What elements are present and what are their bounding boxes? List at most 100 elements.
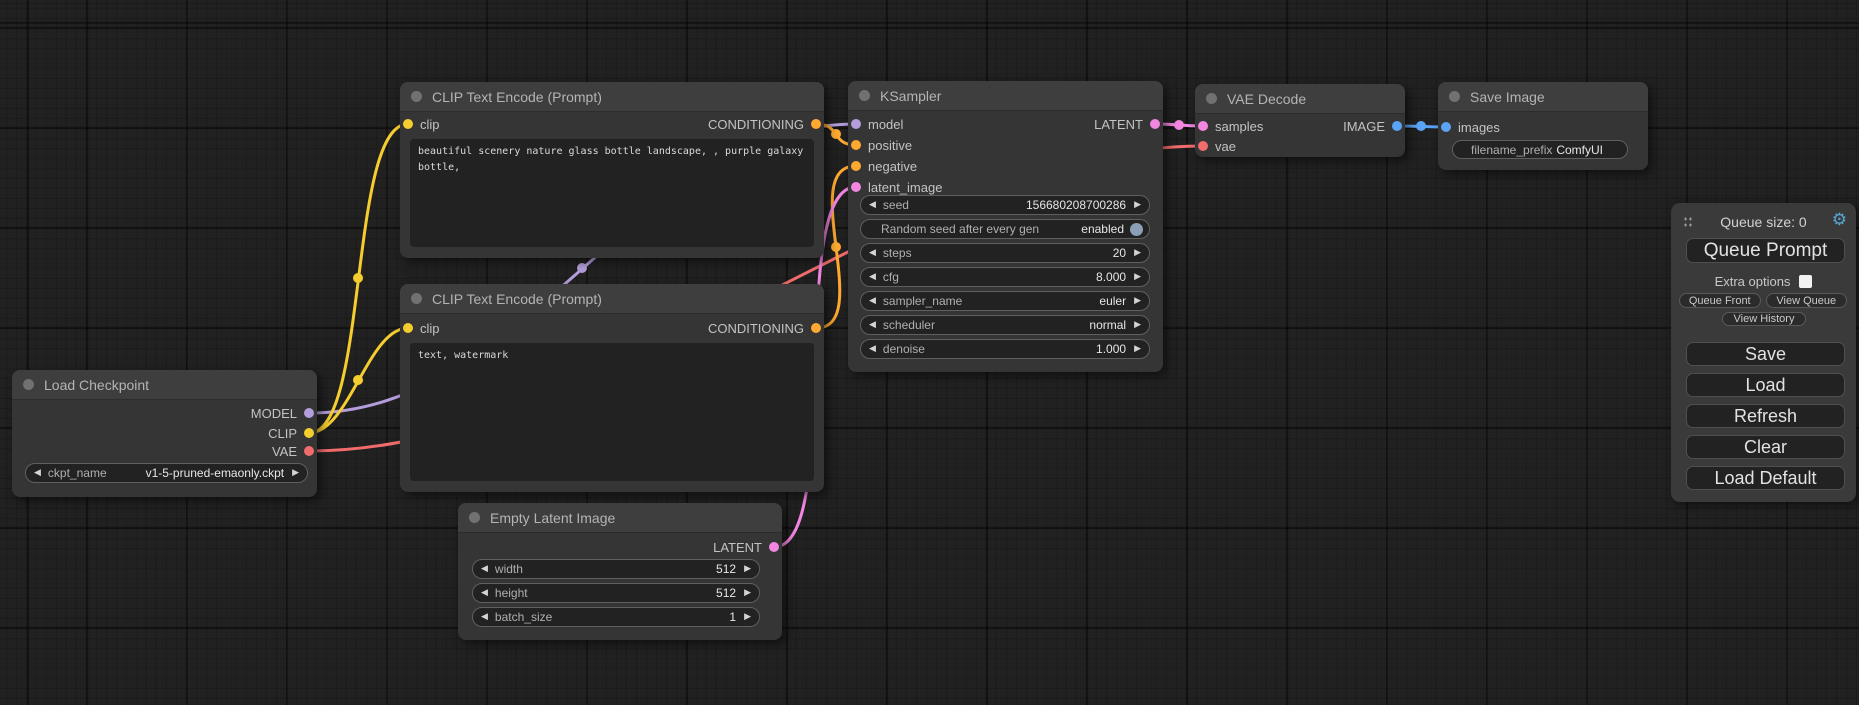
load-default-button[interactable]: Load Default bbox=[1686, 466, 1845, 490]
clip-input-slot[interactable]: clip bbox=[403, 117, 440, 131]
random-seed-widget[interactable]: Random seed after every gen enabled bbox=[860, 219, 1150, 239]
decrement-arrow-icon[interactable]: ◀ bbox=[869, 272, 876, 282]
seed-widget[interactable]: ◀ seed 156680208700286 ▶ bbox=[860, 195, 1150, 215]
increment-arrow-icon[interactable]: ▶ bbox=[744, 588, 751, 598]
collapse-dot-icon[interactable] bbox=[1449, 91, 1460, 102]
conditioning-output-slot[interactable]: CONDITIONING bbox=[708, 117, 821, 131]
model-output-slot[interactable]: MODEL bbox=[251, 406, 314, 420]
batch-size-widget[interactable]: ◀ batch_size 1 ▶ bbox=[472, 607, 760, 627]
width-widget[interactable]: ◀ width 512 ▶ bbox=[472, 559, 760, 579]
conditioning-output-dot[interactable] bbox=[811, 323, 821, 333]
node-ksampler[interactable]: KSampler model positive negative latent_… bbox=[848, 81, 1163, 372]
view-queue-button[interactable]: View Queue bbox=[1766, 293, 1848, 308]
node-title-bar[interactable]: CLIP Text Encode (Prompt) bbox=[400, 284, 824, 314]
node-empty-latent-image[interactable]: Empty Latent Image LATENT ◀ width 512 ▶ … bbox=[458, 503, 782, 640]
image-output-dot[interactable] bbox=[1392, 121, 1402, 131]
node-load-checkpoint[interactable]: Load Checkpoint MODEL CLIP VAE ◀ ckpt_na… bbox=[12, 370, 317, 497]
node-clip-text-encode-negative[interactable]: CLIP Text Encode (Prompt) clip CONDITION… bbox=[400, 284, 824, 492]
filename-prefix-widget[interactable]: filename_prefix ComfyUI bbox=[1452, 140, 1628, 159]
samples-input-dot[interactable] bbox=[1198, 121, 1208, 131]
prompt-text-area[interactable]: beautiful scenery nature glass bottle la… bbox=[410, 139, 814, 247]
node-clip-text-encode-positive[interactable]: CLIP Text Encode (Prompt) clip CONDITION… bbox=[400, 82, 824, 258]
load-button[interactable]: Load bbox=[1686, 373, 1845, 397]
clip-output-dot[interactable] bbox=[304, 428, 314, 438]
latent-image-input-slot[interactable]: latent_image bbox=[851, 180, 942, 194]
images-input-slot[interactable]: images bbox=[1441, 120, 1500, 134]
vae-input-dot[interactable] bbox=[1198, 141, 1208, 151]
collapse-dot-icon[interactable] bbox=[1206, 93, 1217, 104]
view-history-button[interactable]: View History bbox=[1722, 312, 1806, 326]
decrement-arrow-icon[interactable]: ◀ bbox=[869, 200, 876, 210]
increment-arrow-icon[interactable]: ▶ bbox=[1134, 248, 1141, 258]
latent-image-input-dot[interactable] bbox=[851, 182, 861, 192]
ckpt-name-widget[interactable]: ◀ ckpt_name v1-5-pruned-emaonly.ckpt ▶ bbox=[25, 463, 308, 483]
vae-output-slot[interactable]: VAE bbox=[272, 444, 314, 458]
collapse-dot-icon[interactable] bbox=[411, 91, 422, 102]
decrement-arrow-icon[interactable]: ◀ bbox=[869, 248, 876, 258]
clip-output-slot[interactable]: CLIP bbox=[268, 426, 314, 440]
prompt-text-area[interactable]: text, watermark bbox=[410, 343, 814, 481]
queue-prompt-button[interactable]: Queue Prompt bbox=[1686, 238, 1845, 263]
save-button[interactable]: Save bbox=[1686, 342, 1845, 366]
height-widget[interactable]: ◀ height 512 ▶ bbox=[472, 583, 760, 603]
cfg-widget[interactable]: ◀ cfg 8.000 ▶ bbox=[860, 267, 1150, 287]
scheduler-widget[interactable]: ◀ scheduler normal ▶ bbox=[860, 315, 1150, 335]
decrement-arrow-icon[interactable]: ◀ bbox=[481, 588, 488, 598]
refresh-button[interactable]: Refresh bbox=[1686, 404, 1845, 428]
node-title-bar[interactable]: Save Image bbox=[1438, 82, 1648, 112]
negative-input-dot[interactable] bbox=[851, 161, 861, 171]
increment-arrow-icon[interactable]: ▶ bbox=[744, 564, 751, 574]
decrement-arrow-icon[interactable]: ◀ bbox=[481, 612, 488, 622]
decrement-arrow-icon[interactable]: ◀ bbox=[34, 468, 41, 478]
model-input-dot[interactable] bbox=[851, 119, 861, 129]
node-title-bar[interactable]: VAE Decode bbox=[1195, 84, 1405, 114]
latent-output-slot[interactable]: LATENT bbox=[1094, 117, 1160, 131]
conditioning-output-slot[interactable]: CONDITIONING bbox=[708, 321, 821, 335]
positive-input-slot[interactable]: positive bbox=[851, 138, 912, 152]
collapse-dot-icon[interactable] bbox=[469, 512, 480, 523]
toggle-dot[interactable] bbox=[1130, 223, 1143, 236]
increment-arrow-icon[interactable]: ▶ bbox=[744, 612, 751, 622]
increment-arrow-icon[interactable]: ▶ bbox=[1134, 272, 1141, 282]
denoise-widget[interactable]: ◀ denoise 1.000 ▶ bbox=[860, 339, 1150, 359]
latent-output-dot[interactable] bbox=[769, 542, 779, 552]
node-title-bar[interactable]: CLIP Text Encode (Prompt) bbox=[400, 82, 824, 112]
gear-icon[interactable]: ⚙ bbox=[1832, 210, 1847, 230]
decrement-arrow-icon[interactable]: ◀ bbox=[869, 296, 876, 306]
conditioning-output-dot[interactable] bbox=[811, 119, 821, 129]
steps-widget[interactable]: ◀ steps 20 ▶ bbox=[860, 243, 1150, 263]
node-vae-decode[interactable]: VAE Decode samples vae IMAGE bbox=[1195, 84, 1405, 157]
positive-input-dot[interactable] bbox=[851, 140, 861, 150]
image-output-slot[interactable]: IMAGE bbox=[1343, 119, 1402, 133]
samples-input-slot[interactable]: samples bbox=[1198, 119, 1263, 133]
model-output-dot[interactable] bbox=[304, 408, 314, 418]
node-title-bar[interactable]: KSampler bbox=[848, 81, 1163, 111]
extra-options-checkbox[interactable] bbox=[1799, 275, 1812, 288]
collapse-dot-icon[interactable] bbox=[411, 293, 422, 304]
latent-output-dot[interactable] bbox=[1150, 119, 1160, 129]
clip-input-dot[interactable] bbox=[403, 323, 413, 333]
increment-arrow-icon[interactable]: ▶ bbox=[1134, 344, 1141, 354]
sampler-name-widget[interactable]: ◀ sampler_name euler ▶ bbox=[860, 291, 1150, 311]
collapse-dot-icon[interactable] bbox=[859, 90, 870, 101]
clear-button[interactable]: Clear bbox=[1686, 435, 1845, 459]
node-save-image[interactable]: Save Image images filename_prefix ComfyU… bbox=[1438, 82, 1648, 170]
vae-input-slot[interactable]: vae bbox=[1198, 139, 1236, 153]
decrement-arrow-icon[interactable]: ◀ bbox=[869, 344, 876, 354]
latent-output-slot[interactable]: LATENT bbox=[713, 540, 779, 554]
vae-output-dot[interactable] bbox=[304, 446, 314, 456]
clip-input-slot[interactable]: clip bbox=[403, 321, 440, 335]
node-title-bar[interactable]: Empty Latent Image bbox=[458, 503, 782, 533]
increment-arrow-icon[interactable]: ▶ bbox=[1134, 296, 1141, 306]
decrement-arrow-icon[interactable]: ◀ bbox=[481, 564, 488, 574]
increment-arrow-icon[interactable]: ▶ bbox=[1134, 200, 1141, 210]
clip-input-dot[interactable] bbox=[403, 119, 413, 129]
decrement-arrow-icon[interactable]: ◀ bbox=[869, 320, 876, 330]
increment-arrow-icon[interactable]: ▶ bbox=[1134, 320, 1141, 330]
images-input-dot[interactable] bbox=[1441, 122, 1451, 132]
negative-input-slot[interactable]: negative bbox=[851, 159, 917, 173]
model-input-slot[interactable]: model bbox=[851, 117, 903, 131]
increment-arrow-icon[interactable]: ▶ bbox=[292, 468, 299, 478]
collapse-dot-icon[interactable] bbox=[23, 379, 34, 390]
queue-front-button[interactable]: Queue Front bbox=[1679, 293, 1761, 308]
